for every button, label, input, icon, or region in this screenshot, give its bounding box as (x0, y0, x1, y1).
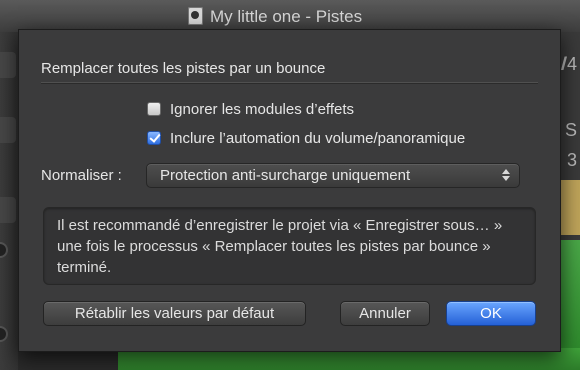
updown-arrows-icon (502, 167, 510, 183)
background-track-header (0, 32, 18, 370)
include-automation-option[interactable]: Inclure l’automation du volume/panoramiq… (147, 128, 465, 148)
background-button (0, 117, 16, 143)
background-region (558, 180, 580, 235)
background-label: 3 (566, 150, 577, 170)
background-button (0, 52, 16, 78)
normalize-select-value: Protection anti-surcharge uniquement (160, 167, 411, 184)
ok-button[interactable]: OK (446, 301, 536, 326)
include-automation-label: Inclure l’automation du volume/panoramiq… (170, 129, 466, 147)
bypass-effects-checkbox[interactable] (147, 102, 161, 116)
background-label: /4 (561, 54, 577, 74)
document-icon (188, 7, 203, 25)
window-title: My little one - Pistes (210, 7, 363, 26)
bounce-dialog: Remplacer toutes les pistes par un bounc… (18, 29, 561, 352)
normalize-select[interactable]: Protection anti-surcharge uniquement (146, 163, 520, 188)
normalize-label: Normaliser : (41, 167, 122, 184)
background-button (0, 197, 16, 223)
reset-defaults-button[interactable]: Rétablir les valeurs par défaut (43, 301, 306, 326)
bypass-effects-label: Ignorer les modules d’effets (170, 100, 354, 118)
background-label: S (564, 120, 577, 140)
cancel-button[interactable]: Annuler (340, 301, 430, 326)
bypass-effects-option[interactable]: Ignorer les modules d’effets (147, 99, 354, 119)
dialog-divider (41, 82, 538, 84)
background-knob (0, 244, 6, 256)
info-text: Il est recommandé d’enregistrer le proje… (57, 217, 503, 276)
dialog-title: Remplacer toutes les pistes par un bounc… (41, 60, 326, 77)
include-automation-checkbox[interactable] (147, 131, 161, 145)
background-waveform (558, 240, 580, 348)
background-knob (0, 328, 6, 340)
info-box: Il est recommandé d’enregistrer le proje… (43, 207, 536, 285)
